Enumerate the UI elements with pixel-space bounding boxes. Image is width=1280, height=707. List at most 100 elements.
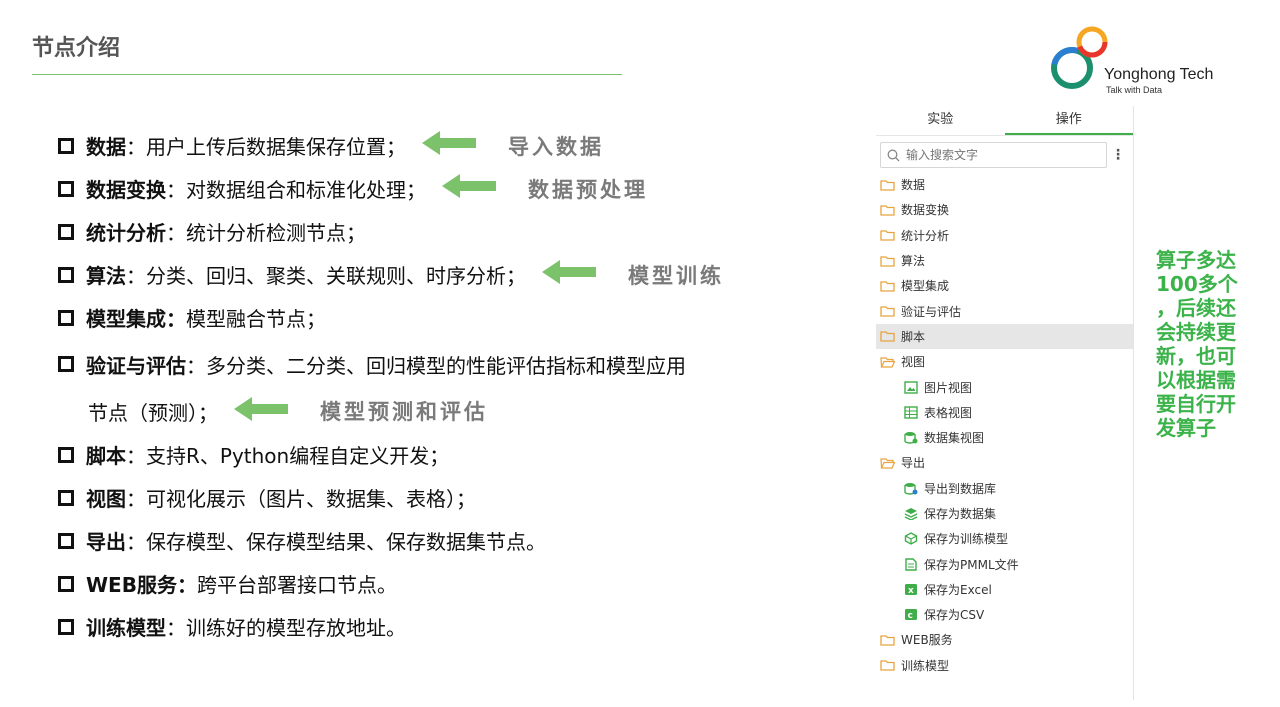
yonghong-logo-icon: [1051, 26, 1108, 89]
node-desc: 模型融合节点；: [186, 307, 326, 331]
node-term: 验证与评估: [86, 353, 186, 378]
folder-icon: [880, 330, 895, 343]
node-desc: ：保存模型、保存模型结果、保存数据集节点。: [126, 530, 546, 554]
save-pmml-icon: [904, 557, 918, 571]
tree-item-label: 模型集成: [901, 279, 950, 294]
company-logo: Yonghong Tech Talk with Data: [1048, 22, 1248, 102]
node-desc: ：支持R、Python编程自定义开发；: [126, 444, 450, 468]
arrow-label: 导入数据: [508, 134, 604, 159]
save-dataset-icon: [904, 507, 918, 520]
node-bullet: 数据变换 ：对数据组合和标准化处理； 数据预处理: [58, 167, 848, 210]
tree-item-label: 数据集视图: [924, 431, 985, 446]
node-desc: ：多分类、二分类、回归模型的性能评估指标和模型应用: [186, 353, 686, 378]
node-bullet: 验证与评估 ：多分类、二分类、回归模型的性能评估指标和模型应用: [58, 339, 848, 389]
tree-item[interactable]: 视图: [876, 349, 1133, 374]
checkbox-square-icon: [58, 266, 74, 283]
tree-item[interactable]: 统计分析: [876, 223, 1133, 248]
folder-icon: [880, 229, 895, 241]
tree-item-label: 脚本: [901, 329, 926, 344]
callout-line: 新，也可: [1156, 344, 1236, 368]
logo-tagline: Talk with Data: [1106, 85, 1163, 95]
tree-item-label: 保存为数据集: [924, 507, 997, 521]
tree-item-label: 导出到数据库: [924, 481, 997, 496]
node-term: 数据变换: [86, 178, 166, 202]
node-term: 数据: [86, 135, 126, 159]
tab-operation[interactable]: 操作: [1004, 106, 1133, 135]
checkbox-square-icon: [58, 532, 74, 549]
node-desc-cont: 节点（预测）；: [88, 400, 218, 425]
tree-item[interactable]: 图片视图: [876, 374, 1133, 399]
tree-item-label: 视图: [901, 355, 926, 370]
tree-item-label: 数据变换: [901, 203, 950, 218]
node-bullet: WEB服务： 跨平台部署接口节点。: [58, 562, 848, 605]
node-desc: ：分类、回归、聚类、关联规则、时序分析；: [126, 264, 526, 288]
tree-item[interactable]: 验证与评估: [876, 298, 1133, 323]
tree-item-label: 保存为CSV: [924, 608, 985, 623]
tree-item-label: 保存为训练模型: [924, 532, 1009, 547]
node-desc: 跨平台部署接口节点。: [196, 573, 397, 597]
tab-experiment[interactable]: 实验: [876, 106, 1005, 135]
node-term: 统计分析: [86, 221, 166, 245]
node-list: 数据 ：用户上传后数据集保存位置； 导入数据 数据变换 ：对数据组合和标准化处理； 数据预…: [58, 124, 848, 648]
tree-item[interactable]: 训练模型: [876, 653, 1133, 678]
folder-icon: [880, 204, 895, 216]
arrow-label: 模型预测和评估: [320, 400, 488, 424]
node-bullet: 统计分析 ：统计分析检测节点；: [58, 210, 848, 253]
node-bullet: 导出 ：保存模型、保存模型结果、保存数据集节点。: [58, 519, 848, 562]
dataset-view-icon: [904, 431, 918, 444]
tree-item-label: 导出: [901, 456, 926, 471]
callout-line: 要自行开: [1156, 392, 1236, 416]
tree-item[interactable]: 导出: [876, 450, 1133, 475]
tree-item-label: 保存为PMML文件: [924, 557, 1019, 572]
arrow-label: 模型训练: [628, 263, 724, 288]
folder-open-icon: [880, 356, 895, 368]
image-view-icon: [904, 380, 918, 394]
folder-icon: [880, 305, 895, 317]
node-desc: ：可视化展示（图片、数据集、表格）；: [126, 487, 476, 511]
tree-item-label: 统计分析: [901, 228, 950, 243]
tree-item[interactable]: 数据集视图: [876, 425, 1133, 450]
tree-item-label: 表格视图: [924, 405, 973, 420]
tree-item[interactable]: 脚本: [876, 323, 1133, 350]
search-input[interactable]: [906, 148, 1076, 162]
checkbox-square-icon: [58, 446, 74, 463]
folder-icon: [880, 634, 895, 646]
node-term: 脚本: [86, 444, 126, 468]
search-icon: [887, 149, 900, 161]
tree-item[interactable]: c 保存为CSV: [876, 602, 1133, 627]
table-view-icon: [904, 406, 918, 419]
checkbox-square-icon: [58, 137, 74, 154]
node-bullet-continuation: 节点（预测）； 模型预测和评估: [58, 389, 848, 433]
node-desc: ：统计分析检测节点；: [166, 221, 366, 245]
tree-item[interactable]: 数据: [876, 172, 1133, 197]
save-model-icon: [904, 532, 918, 546]
callout-line: 100多个: [1156, 272, 1238, 296]
checkbox-square-icon: [58, 309, 74, 326]
more-options-icon[interactable]: ⋮: [1107, 147, 1129, 163]
node-term: 算法: [86, 264, 126, 288]
tree-item[interactable]: x 保存为Excel: [876, 577, 1133, 602]
search-box[interactable]: [880, 142, 1107, 168]
node-term: 训练模型: [86, 616, 166, 640]
search-row: ⋮: [876, 136, 1133, 172]
left-arrow-icon: [420, 129, 478, 162]
svg-text:x: x: [908, 586, 914, 596]
folder-icon: [880, 179, 895, 191]
checkbox-square-icon: [58, 223, 74, 240]
left-arrow-icon: [540, 258, 598, 291]
tree-item[interactable]: 算法: [876, 248, 1133, 273]
tree-item[interactable]: 表格视图: [876, 400, 1133, 425]
tree-item[interactable]: 模型集成: [876, 273, 1133, 298]
node-term: 导出: [86, 530, 126, 554]
tree-item-label: 图片视图: [924, 380, 973, 395]
tree-item[interactable]: WEB服务: [876, 627, 1133, 652]
node-bullet: 数据 ：用户上传后数据集保存位置； 导入数据: [58, 124, 848, 167]
tree-item[interactable]: 导出到数据库: [876, 476, 1133, 501]
tree-item[interactable]: 保存为数据集: [876, 501, 1133, 526]
tree-item[interactable]: 保存为训练模型: [876, 526, 1133, 551]
tree-item[interactable]: 数据变换: [876, 197, 1133, 222]
tree-item[interactable]: 保存为PMML文件: [876, 551, 1133, 576]
checkbox-square-icon: [58, 618, 74, 635]
callout-line: ，后续还: [1156, 296, 1236, 320]
tree-item-label: 数据: [901, 178, 926, 193]
